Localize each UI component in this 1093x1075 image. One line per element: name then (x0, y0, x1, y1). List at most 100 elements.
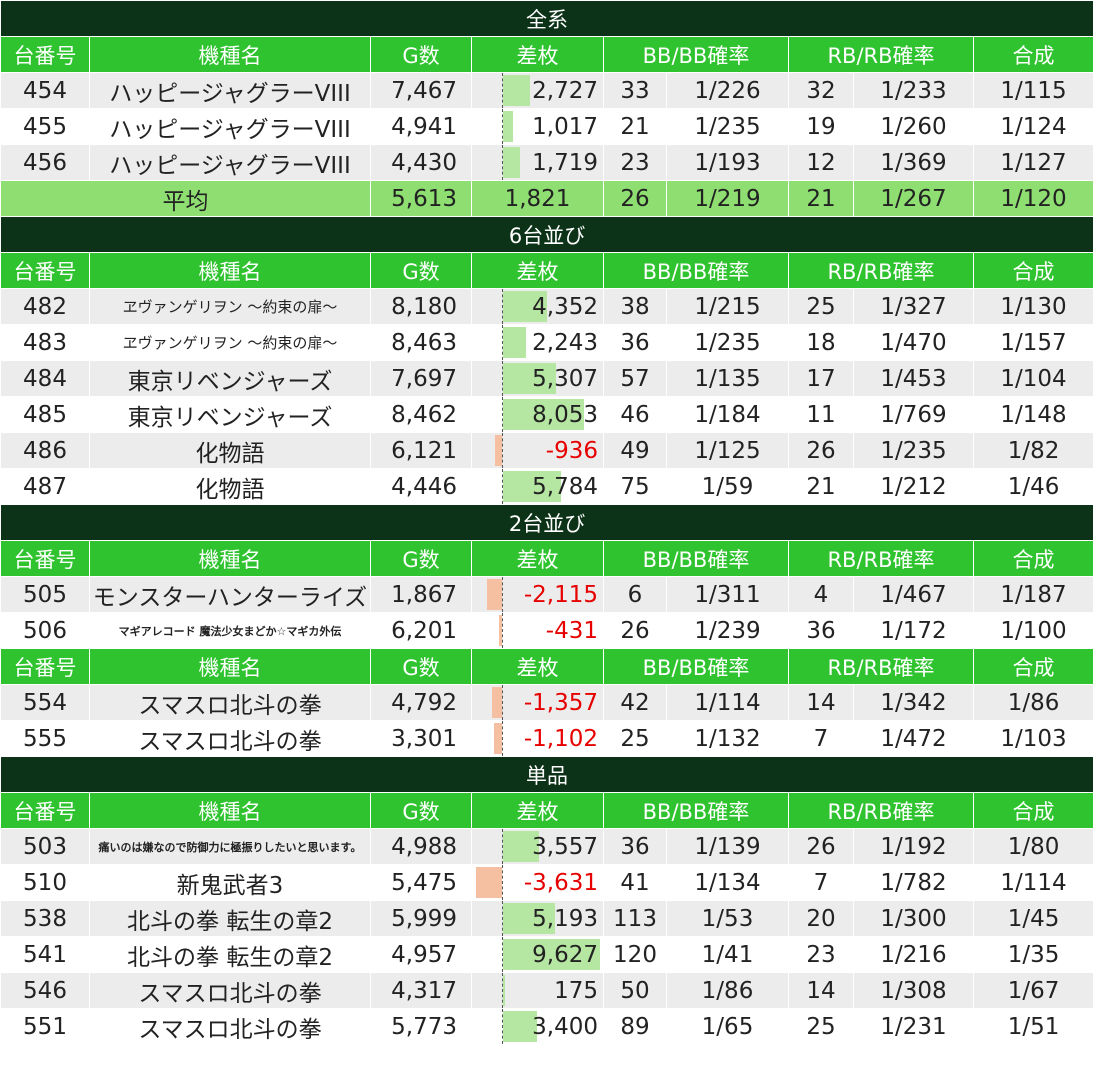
rb-rate: 1/769 (853, 396, 974, 433)
rb-rate: 1/172 (853, 612, 974, 649)
bb-count: 113 (603, 900, 667, 937)
machine-name: スマスロ北斗の拳 (89, 972, 371, 1009)
machine-number: 506 (0, 612, 90, 649)
combined-rate: 1/127 (972, 144, 1093, 181)
bb-count: 89 (603, 1008, 667, 1045)
col-header-machine: 機種名 (89, 648, 371, 685)
col-header-bb: BB/BB確率 (603, 36, 789, 73)
bb-count: 23 (603, 144, 667, 181)
combined-rate: 1/67 (972, 972, 1093, 1009)
rb-rate: 1/782 (853, 864, 974, 901)
games-count: 8,462 (370, 396, 472, 433)
table-row: 505 モンスターハンターライズ 1,867 -2,115 6 1/311 4 1/467 1/… (0, 576, 1093, 613)
table-row: 538 北斗の拳 転生の章2 5,999 5,193 113 1/53 20 1/300 1/4… (0, 900, 1093, 937)
diff-value: 1,719 (532, 149, 598, 176)
games-count: 6,201 (370, 612, 472, 649)
diff-bar-negative (495, 435, 502, 466)
table-row: 554 スマスロ北斗の拳 4,792 -1,357 42 1/114 14 1/342 1/86 (0, 684, 1093, 721)
rb-rate: 1/369 (853, 144, 974, 181)
diff-bar-negative (499, 615, 502, 646)
diff-value: 1,017 (532, 113, 598, 140)
rb-count: 32 (788, 72, 854, 109)
rb-rate: 1/235 (853, 432, 974, 469)
combined-rate: 1/103 (972, 720, 1093, 757)
col-header-bb: BB/BB確率 (603, 648, 789, 685)
diff-value: -3,631 (523, 869, 598, 896)
section-title-row: 全系 (0, 0, 1093, 37)
bb-count: 6 (603, 576, 667, 613)
diff-value: 175 (554, 977, 598, 1004)
average-diff: 1,821 (471, 180, 604, 217)
zero-line (502, 433, 503, 468)
machine-name: マギアレコード 魔法少女まどか☆マギカ外伝 (89, 612, 371, 649)
diff-value: 4,352 (532, 293, 598, 320)
bb-rate: 1/239 (666, 612, 789, 649)
diff-value: -1,102 (523, 725, 598, 752)
games-count: 4,988 (370, 828, 472, 865)
diff-cell: -2,115 (471, 576, 604, 613)
diff-cell: 5,193 (471, 900, 604, 937)
column-header-row: 台番号 機種名 G数 差枚 BB/BB確率 RB/RB確率 合成 (0, 36, 1093, 73)
bb-rate: 1/311 (666, 576, 789, 613)
games-count: 8,180 (370, 288, 472, 325)
average-label: 平均 (0, 180, 371, 217)
bb-rate: 1/235 (666, 324, 789, 361)
average-combined: 1/120 (972, 180, 1093, 217)
diff-value: -936 (545, 437, 598, 464)
machine-name: 東京リベンジャーズ (89, 360, 371, 397)
rb-rate: 1/327 (853, 288, 974, 325)
table-row: 485 東京リベンジャーズ 8,462 8,053 46 1/184 11 1/769 1/14… (0, 396, 1093, 433)
machine-number: 487 (0, 468, 90, 505)
machine-number: 555 (0, 720, 90, 757)
table-row: 541 北斗の拳 転生の章2 4,957 9,627 120 1/41 23 1/216 1/3… (0, 936, 1093, 973)
diff-value: -431 (545, 617, 598, 644)
games-count: 1,867 (370, 576, 472, 613)
bb-count: 33 (603, 72, 667, 109)
diff-cell: 1,719 (471, 144, 604, 181)
rb-rate: 1/470 (853, 324, 974, 361)
games-count: 3,301 (370, 720, 472, 757)
bb-rate: 1/65 (666, 1008, 789, 1045)
table-row: 506 マギアレコード 魔法少女まどか☆マギカ外伝 6,201 -431 26 1/239… (0, 612, 1093, 649)
machine-name: ハッピージャグラーVIII (89, 72, 371, 109)
combined-rate: 1/45 (972, 900, 1093, 937)
bb-count: 120 (603, 936, 667, 973)
machine-number: 482 (0, 288, 90, 325)
rb-count: 14 (788, 684, 854, 721)
table-row: 455 ハッピージャグラーVIII 4,941 1,017 21 1/235 19 1/260… (0, 108, 1093, 145)
rb-rate: 1/472 (853, 720, 974, 757)
bb-count: 75 (603, 468, 667, 505)
column-header-row: 台番号 機種名 G数 差枚 BB/BB確率 RB/RB確率 合成 (0, 540, 1093, 577)
rb-count: 36 (788, 612, 854, 649)
average-row: 平均 5,613 1,821 26 1/219 21 1/267 1/120 (0, 180, 1093, 217)
combined-rate: 1/115 (972, 72, 1093, 109)
combined-rate: 1/148 (972, 396, 1093, 433)
col-header-combined: 合成 (972, 540, 1093, 577)
bb-rate: 1/53 (666, 900, 789, 937)
section-title-row: 6台並び (0, 216, 1093, 253)
col-header-bb: BB/BB確率 (603, 252, 789, 289)
diff-cell: 2,243 (471, 324, 604, 361)
bb-rate: 1/86 (666, 972, 789, 1009)
diff-cell: 5,307 (471, 360, 604, 397)
zero-line (502, 721, 503, 756)
average-rb-rate: 1/267 (853, 180, 974, 217)
section-title: 全系 (0, 0, 1093, 37)
average-games: 5,613 (370, 180, 472, 217)
col-header-number: 台番号 (0, 648, 90, 685)
diff-bar-negative (476, 867, 502, 898)
combined-rate: 1/46 (972, 468, 1093, 505)
diff-cell: -1,102 (471, 720, 604, 757)
machine-number: 503 (0, 828, 90, 865)
bb-count: 42 (603, 684, 667, 721)
section-title-row: 2台並び (0, 504, 1093, 541)
diff-value: 5,307 (532, 365, 598, 392)
machine-number: 483 (0, 324, 90, 361)
rb-count: 25 (788, 288, 854, 325)
games-count: 4,792 (370, 684, 472, 721)
col-header-number: 台番号 (0, 36, 90, 73)
section-title-row: 単品 (0, 756, 1093, 793)
table-row: 454 ハッピージャグラーVIII 7,467 2,727 33 1/226 32 1/233… (0, 72, 1093, 109)
bb-rate: 1/135 (666, 360, 789, 397)
games-count: 7,467 (370, 72, 472, 109)
